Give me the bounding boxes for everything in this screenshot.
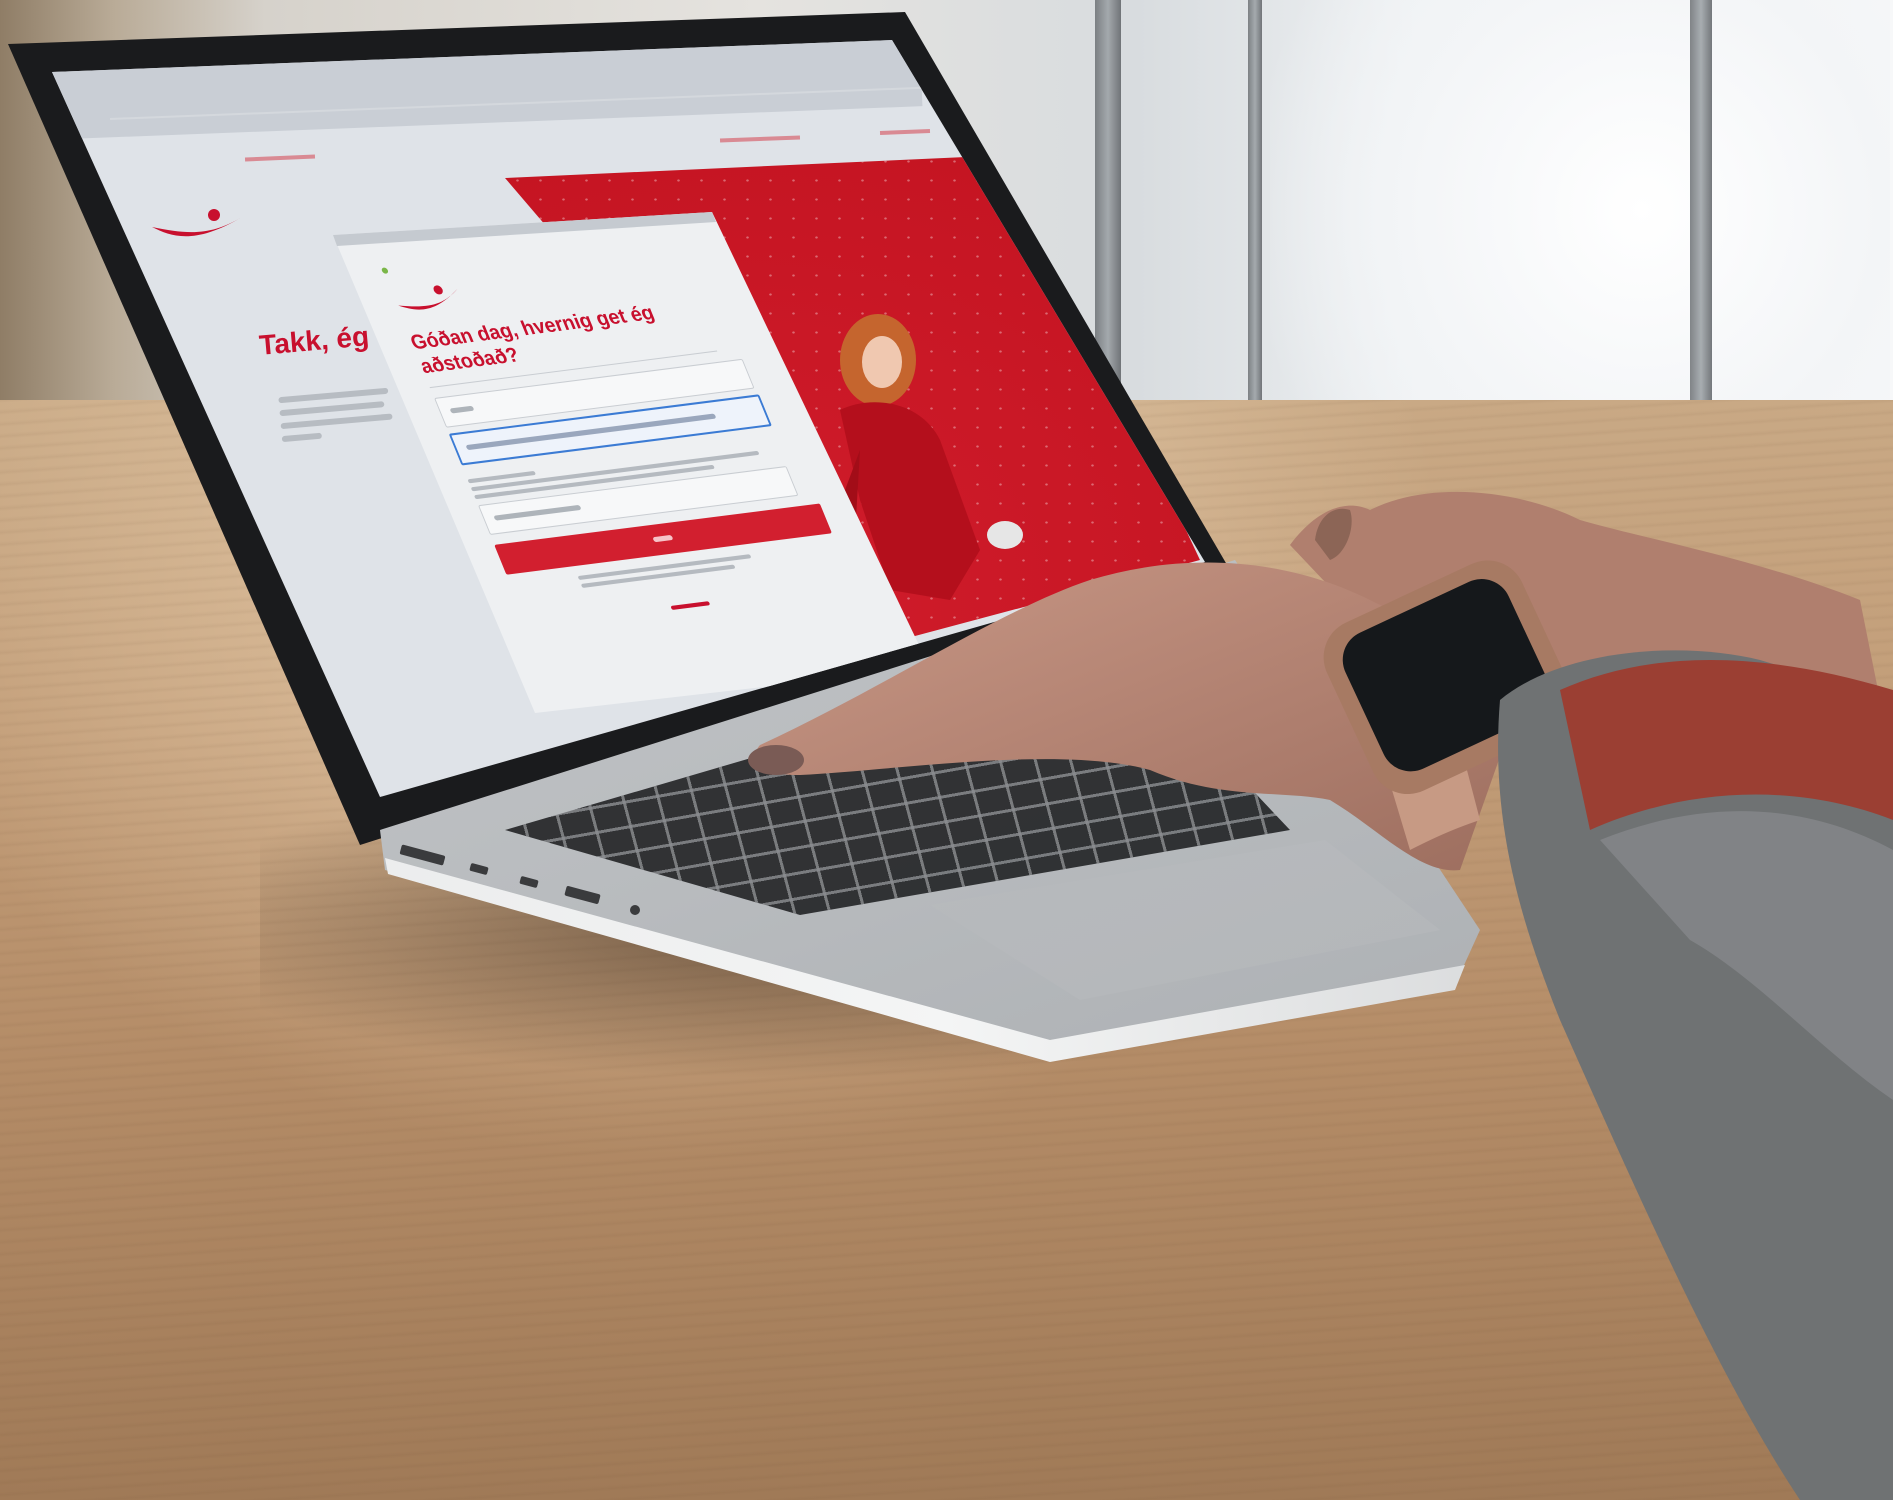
photo-scene: Takk, ég Góðan dag, hvernig get ég aðsto…	[0, 0, 1893, 1500]
sweater-sleeve	[1498, 650, 1893, 1500]
